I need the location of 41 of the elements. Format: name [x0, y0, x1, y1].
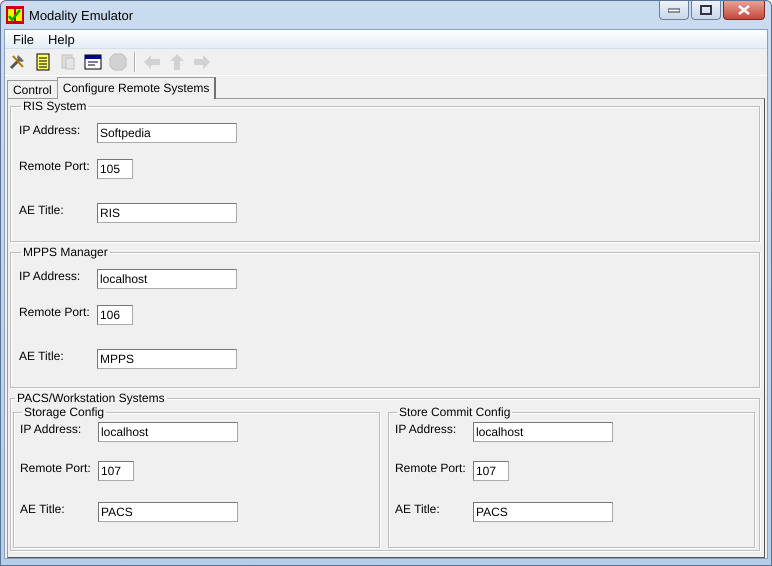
group-title: RIS System	[22, 99, 88, 113]
field-label: IP Address:	[20, 422, 82, 436]
maximize-icon	[700, 5, 712, 15]
minimize-button[interactable]	[659, 1, 689, 20]
group-title: Store Commit Config	[398, 405, 512, 419]
app-icon	[6, 6, 24, 24]
maximize-button[interactable]	[691, 1, 721, 20]
field-label: Remote Port:	[395, 461, 467, 475]
tab[interactable]: Control	[7, 80, 58, 98]
field-label: IP Address:	[395, 422, 458, 436]
window-title: Modality Emulator	[29, 8, 134, 22]
field-label: Remote Port:	[19, 159, 91, 173]
input-field[interactable]: RIS	[97, 203, 237, 223]
group-title: MPPS Manager	[22, 245, 109, 259]
field-label: AE Title:	[20, 502, 66, 516]
close-button[interactable]	[723, 1, 765, 20]
field-label: Remote Port:	[20, 461, 92, 475]
input-field[interactable]: MPPS	[97, 349, 237, 369]
close-icon	[738, 5, 750, 15]
group-title: Storage Config	[23, 405, 106, 419]
menu-item[interactable]: File	[7, 32, 40, 46]
input-field[interactable]: 107	[98, 461, 134, 481]
field-label: Remote Port:	[19, 305, 91, 319]
group-title: PACS/Workstation Systems	[16, 391, 166, 405]
field-label: AE Title:	[395, 502, 441, 516]
input-field[interactable]: PACS	[473, 502, 613, 522]
field-label: IP Address:	[19, 269, 82, 283]
tab[interactable]: Configure Remote Systems	[56, 77, 216, 99]
field-label: AE Title:	[19, 203, 65, 217]
input-field[interactable]: 107	[473, 461, 509, 481]
field-label: AE Title:	[19, 349, 65, 363]
input-field[interactable]: localhost	[97, 269, 237, 289]
input-field[interactable]: localhost	[98, 422, 238, 442]
minimize-icon	[668, 7, 680, 13]
input-field[interactable]: PACS	[98, 502, 238, 522]
input-field[interactable]: localhost	[473, 422, 613, 442]
menu-item[interactable]: Help	[42, 32, 81, 46]
input-field[interactable]: Softpedia	[97, 123, 237, 143]
input-field[interactable]: 105	[97, 159, 133, 179]
field-label: IP Address:	[19, 123, 82, 137]
input-field[interactable]: 106	[97, 305, 133, 325]
